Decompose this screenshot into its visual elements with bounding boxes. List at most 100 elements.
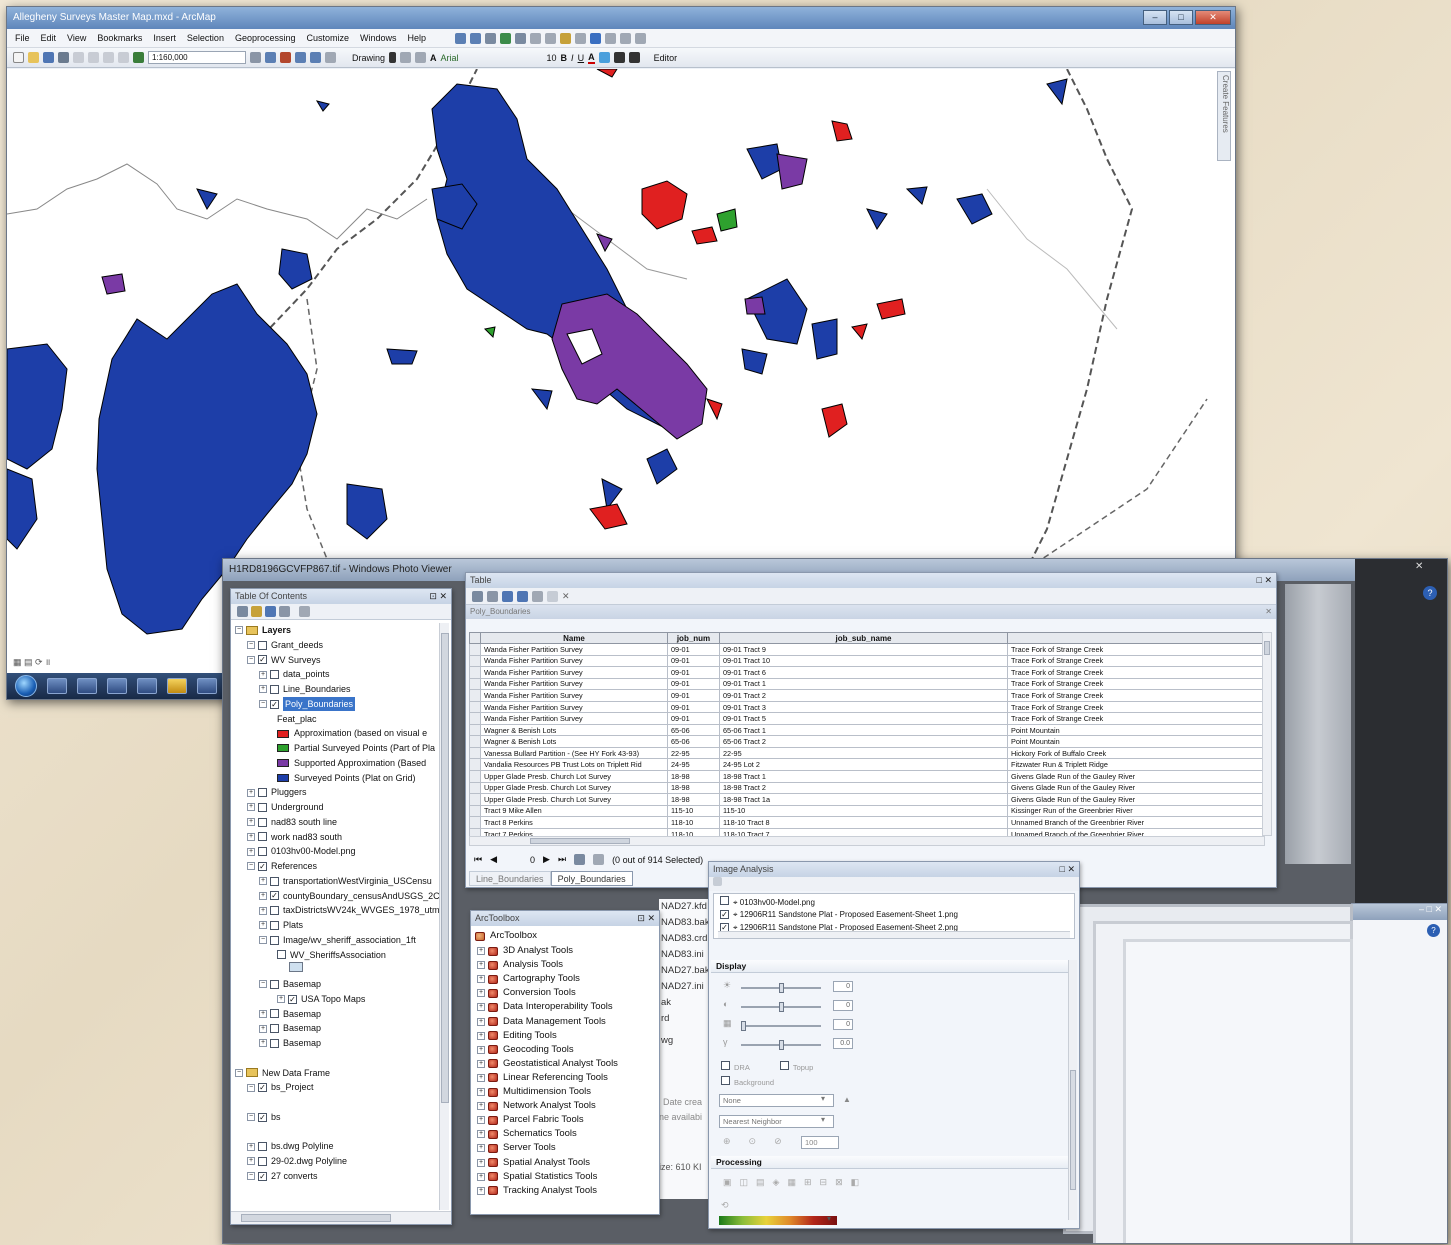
row-selector[interactable] — [469, 677, 481, 691]
italic-icon[interactable]: I — [571, 53, 574, 63]
toc-item[interactable]: + Pluggers — [247, 785, 307, 800]
clear-selection-icon[interactable] — [575, 32, 587, 44]
expand-toggle-icon[interactable]: − — [247, 655, 255, 664]
table-cell[interactable]: Unnamed Branch of the Greenbrier River — [1007, 816, 1265, 829]
underline-icon[interactable]: U — [578, 53, 585, 63]
supported-approximation-parcel[interactable] — [596, 233, 613, 253]
arcmap-title-bar[interactable]: Allegheny Surveys Master Map.mxd - ArcMa… — [7, 7, 1235, 29]
save-icon[interactable] — [43, 52, 54, 63]
list-by-drawing-order-icon[interactable] — [237, 606, 248, 617]
fill-color-icon[interactable] — [598, 52, 610, 63]
surveyed-parcel[interactable] — [7, 343, 68, 470]
row-selector[interactable] — [469, 781, 481, 795]
partial-surveyed-parcel[interactable] — [483, 326, 496, 339]
expand-toggle-icon[interactable]: + — [247, 803, 255, 812]
table-cell[interactable]: 65-06 — [667, 723, 720, 737]
editor-menu[interactable]: Editor — [654, 53, 678, 63]
toc-item[interactable]: + taxDistrictsWV24k_WVGES_1978_utm — [259, 903, 440, 918]
dialog-title-bar[interactable]: – □ ✕ — [1352, 904, 1447, 920]
orthorectify-icon[interactable]: ⊠ — [835, 1177, 843, 1188]
expand-toggle-icon[interactable]: + — [259, 921, 267, 930]
table-cell[interactable]: Wanda Fisher Partition Survey — [480, 666, 668, 679]
layer-visibility-checkbox[interactable] — [270, 670, 279, 679]
tab-poly-boundaries[interactable]: Poly_Boundaries — [550, 871, 633, 886]
resampling-chevron-down-icon[interactable]: ▾ — [821, 1115, 825, 1124]
tab-line-boundaries[interactable]: Line_Boundaries — [469, 871, 551, 886]
table-cell[interactable]: Trace Fork of Strange Creek — [1007, 666, 1265, 679]
table-cell[interactable]: Tract 9 Mike Allen — [480, 804, 668, 818]
table-row[interactable]: Wagner & Benish Lots 65-06 65-06 Tract 1 Po… — [469, 723, 1265, 737]
rectangle-icon[interactable] — [415, 52, 427, 63]
toc-icon[interactable] — [265, 52, 276, 63]
minimize-button[interactable]: – — [1143, 10, 1167, 25]
toc-item[interactable]: − ✓ WV Surveys — [247, 653, 321, 668]
ndvi-icon[interactable]: ⊞ — [804, 1177, 812, 1188]
toc-item[interactable]: Feat_plac — [277, 712, 317, 727]
display-section-header[interactable]: Display — [711, 960, 1077, 973]
expand-toggle-icon[interactable]: − — [259, 936, 267, 944]
table-cell[interactable]: 24-95 Lot 2 — [719, 758, 1008, 771]
last-record-icon[interactable]: ⏭ — [558, 854, 566, 865]
image-analysis-options-icon[interactable] — [713, 877, 722, 886]
toc-item[interactable]: + nad83 south line — [247, 815, 337, 830]
zoom-in-icon[interactable] — [455, 32, 467, 44]
layer-visibility-checkbox[interactable] — [270, 1009, 279, 1019]
expand-toggle-icon[interactable]: − — [235, 1068, 243, 1077]
toolbox-item[interactable]: + Analysis Tools — [477, 958, 563, 972]
toolbox-item[interactable]: + Data Management Tools — [477, 1015, 606, 1029]
surveyed-parcel[interactable] — [866, 208, 888, 230]
brightness-value[interactable]: 0 — [833, 981, 853, 992]
table-cell[interactable]: 18-98 Tract 2 — [719, 781, 1008, 795]
font-color-icon[interactable]: A — [588, 52, 595, 64]
table-row[interactable]: Wanda Fisher Partition Survey 09-01 09-01 … — [469, 700, 1265, 714]
toc-item[interactable]: − Basemap — [259, 977, 321, 992]
color-ramp-chevron-down-icon[interactable]: ▾ — [827, 1214, 831, 1223]
toc-item[interactable]: − Grant_deeds — [247, 638, 323, 653]
table-cell[interactable]: 09-01 — [667, 643, 720, 656]
table-cell[interactable]: Wanda Fisher Partition Survey — [480, 654, 668, 668]
table-row[interactable]: Tract 8 Perkins 118-10 118-10 Tract 8 Unnam… — [469, 816, 1265, 829]
dra-option[interactable]: DRA — [721, 1061, 750, 1072]
layer-visibility-checkbox[interactable]: ✓ — [270, 699, 279, 709]
expand-toggle-icon[interactable]: − — [247, 1083, 255, 1092]
toc-item[interactable]: + Basemap — [259, 1021, 321, 1036]
table-cell[interactable]: Trace Fork of Strange Creek — [1007, 654, 1265, 668]
toc-item[interactable]: + Basemap — [259, 1036, 321, 1051]
table-cell[interactable]: 118-10 — [667, 816, 720, 829]
help-icon[interactable]: ? — [1423, 586, 1437, 600]
table-options-icon[interactable] — [472, 590, 483, 602]
expand-toggle-icon[interactable]: + — [247, 788, 255, 797]
image-layer-checkbox[interactable]: ✓ — [720, 910, 729, 919]
table-cell[interactable]: Kissinger Run of the Greenbrier River — [1007, 804, 1265, 818]
table-cell[interactable]: Fitzwater Run & Triplett Ridge — [1007, 758, 1265, 771]
identify-icon[interactable] — [590, 32, 602, 44]
arctoolbox-root[interactable]: ArcToolbox — [475, 929, 537, 943]
open-icon[interactable] — [28, 52, 39, 63]
line-color-icon[interactable] — [613, 52, 625, 63]
layer-visibility-checkbox[interactable] — [270, 935, 279, 945]
zoom-layer-icon[interactable]: ⊕ — [723, 1136, 731, 1147]
table-close-icon[interactable]: □ ✕ — [1257, 573, 1272, 588]
toc-item[interactable]: − Layers — [235, 623, 291, 638]
toolbox-item[interactable]: + Geocoding Tools — [477, 1043, 574, 1057]
search-window-icon[interactable] — [310, 52, 321, 63]
processing-section-header[interactable]: Processing — [711, 1156, 1077, 1169]
approximation-parcel[interactable] — [589, 503, 628, 530]
menu-insert[interactable]: Insert — [153, 33, 176, 43]
expand-toggle-icon[interactable]: + — [259, 1009, 267, 1018]
mosaic-icon[interactable]: ◈ — [773, 1177, 780, 1188]
layer-visibility-checkbox[interactable]: ✓ — [270, 891, 279, 901]
row-selector[interactable] — [469, 689, 481, 702]
menu-bookmarks[interactable]: Bookmarks — [97, 33, 142, 43]
table-cell[interactable]: Trace Fork of Strange Creek — [1007, 689, 1265, 702]
menu-geoprocessing[interactable]: Geoprocessing — [235, 33, 296, 43]
arctoolbox-close-icon[interactable]: ⊡ ✕ — [637, 911, 655, 926]
expand-toggle-icon[interactable]: + — [247, 832, 255, 841]
table-cell[interactable]: Point Mountain — [1007, 723, 1265, 737]
pan-icon[interactable] — [485, 32, 497, 44]
expand-toggle-icon[interactable]: + — [477, 1102, 485, 1111]
toc-item[interactable]: WV_SheriffsAssociation — [277, 948, 386, 963]
expand-toggle-icon[interactable]: + — [247, 1157, 255, 1166]
table-cell[interactable]: Vandalia Resources PB Trust Lots on Trip… — [480, 758, 668, 771]
file-list-item[interactable]: NAD83.bak — [661, 915, 710, 931]
